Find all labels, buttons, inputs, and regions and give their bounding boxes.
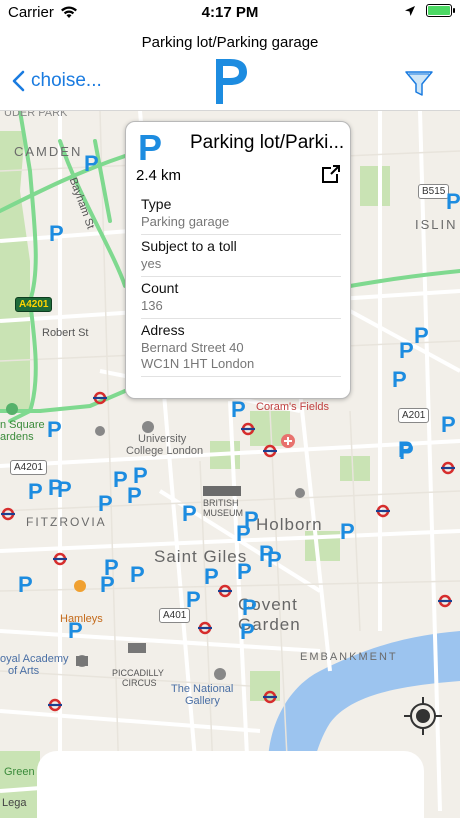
- parking-pin[interactable]: P: [84, 153, 99, 175]
- parking-pin[interactable]: P: [242, 597, 257, 619]
- parking-pin[interactable]: P: [182, 503, 197, 525]
- road-sign-a4201-top: A4201: [15, 297, 53, 312]
- parking-pin[interactable]: P: [240, 621, 255, 643]
- map-label-fitzrovia: FITZROVIA: [26, 515, 107, 529]
- map-label-british-2: MUSEUM: [203, 508, 243, 518]
- filter-icon[interactable]: [404, 68, 434, 98]
- parking-pin[interactable]: P: [340, 521, 355, 543]
- map-label-camden: CAMDEN: [14, 144, 83, 159]
- parking-details-callout[interactable]: P Parking lot/Parki... 2.4 km Type Parki…: [125, 121, 351, 399]
- parking-pin[interactable]: P: [186, 589, 201, 611]
- road-sign-a4201-left: A4201: [10, 460, 47, 475]
- navigation-bar: Parking lot/Parking garage choise...: [0, 26, 460, 111]
- parking-pin[interactable]: P: [392, 369, 407, 391]
- map-label-ucl-1: University: [138, 433, 187, 445]
- parking-pin[interactable]: P: [100, 574, 115, 596]
- parking-pin[interactable]: P: [236, 523, 251, 545]
- parking-pin[interactable]: P: [127, 485, 142, 507]
- row-key: Adress: [141, 322, 185, 338]
- back-button[interactable]: choise...: [12, 70, 102, 92]
- parking-pin[interactable]: P: [57, 479, 72, 501]
- locate-me-icon[interactable]: [402, 695, 444, 737]
- page-title: Parking lot/Parking garage: [141, 34, 319, 51]
- status-right: [404, 4, 455, 17]
- parking-pin[interactable]: P: [237, 561, 252, 583]
- parking-pin[interactable]: P: [267, 549, 282, 571]
- status-bar: Carrier 4:17 PM: [0, 0, 460, 26]
- parking-pin[interactable]: P: [204, 566, 219, 588]
- road-sign-a201: A201: [398, 408, 430, 423]
- parking-pin[interactable]: P: [446, 191, 460, 213]
- parking-pin[interactable]: P: [398, 439, 413, 461]
- map-label-piccadilly-2: CIRCUS: [122, 678, 157, 688]
- callout-row-toll: Subject to a toll yes: [141, 238, 341, 277]
- parking-pin[interactable]: P: [47, 419, 62, 441]
- row-value-line1: Bernard Street 40: [141, 340, 244, 355]
- callout-parking-icon: P: [138, 127, 163, 168]
- parking-pin[interactable]: P: [49, 223, 64, 245]
- chevron-left-icon: [12, 70, 25, 92]
- map-label-royal-2: of Arts: [8, 665, 40, 677]
- road-sign-b515: B515: [418, 184, 450, 199]
- parking-pin[interactable]: P: [399, 340, 414, 362]
- map-label-holborn: Holborn: [256, 515, 323, 534]
- row-key: Type: [141, 196, 172, 212]
- map-label-corams-fields: Coram's Fields: [256, 401, 330, 413]
- parking-pin[interactable]: P: [231, 399, 246, 421]
- map-label-square: n Square: [0, 419, 45, 431]
- map-label-royal-1: oyal Academy: [0, 653, 69, 665]
- row-value-line2: WC1N 1HT London: [141, 356, 255, 371]
- map-label-gardens: ardens: [0, 431, 34, 443]
- map-label-ucl-2: College London: [126, 445, 204, 457]
- location-arrow-icon: [405, 5, 415, 16]
- map-label-top: UDER PARK: [4, 111, 68, 119]
- row-key: Count: [141, 280, 179, 296]
- map-label-saint-giles: Saint Giles: [154, 547, 248, 566]
- row-value: yes: [141, 256, 162, 271]
- callout-row-count: Count 136: [141, 280, 341, 319]
- parking-pin[interactable]: P: [130, 564, 145, 586]
- map-label-embankment: EMBANKMENT: [300, 651, 398, 663]
- parking-logo-icon: [216, 59, 247, 104]
- clock: 4:17 PM: [201, 4, 259, 21]
- bottom-sheet[interactable]: [37, 751, 424, 818]
- map-label-piccadilly-1: PICCADILLY: [112, 668, 164, 678]
- map-view[interactable]: UDER PARK CAMDEN Bayham St Robert St ISL…: [0, 111, 460, 818]
- external-link-icon[interactable]: [319, 164, 341, 186]
- map-label-british-1: BRITISH: [203, 498, 239, 508]
- row-value: Parking garage: [141, 214, 230, 229]
- parking-pin[interactable]: P: [68, 620, 83, 642]
- callout-distance: 2.4 km: [136, 167, 182, 184]
- row-value: 136: [141, 298, 163, 313]
- map-label-green: Green: [4, 766, 35, 778]
- map-label-robert-st: Robert St: [42, 327, 89, 339]
- parking-pin[interactable]: P: [98, 493, 113, 515]
- map-legal-link[interactable]: Lega: [2, 797, 26, 809]
- parking-pin[interactable]: P: [414, 325, 429, 347]
- callout-title: Parking lot/Parki...: [190, 132, 345, 153]
- map-label-national-2: Gallery: [185, 695, 220, 707]
- parking-pin[interactable]: P: [18, 574, 33, 596]
- map-label-islington: ISLIN: [415, 217, 458, 232]
- parking-pin[interactable]: P: [441, 414, 456, 436]
- callout-row-type: Type Parking garage: [141, 196, 341, 235]
- callout-row-address: Adress Bernard Street 40 WC1N 1HT London: [141, 322, 341, 377]
- row-key: Subject to a toll: [141, 238, 237, 254]
- parking-pin[interactable]: P: [113, 469, 128, 491]
- map-label-national-1: The National: [171, 683, 234, 695]
- battery-icon: [426, 4, 455, 17]
- back-button-label: choise...: [31, 70, 102, 91]
- parking-pin[interactable]: P: [28, 481, 43, 503]
